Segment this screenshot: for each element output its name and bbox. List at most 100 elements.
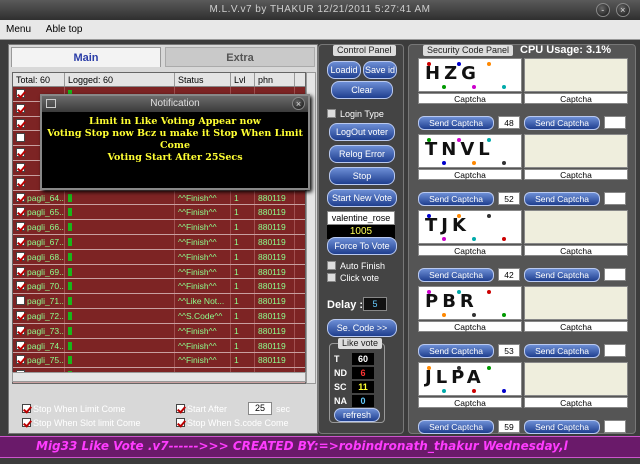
send-captcha-button[interactable]: Send Captcha (524, 192, 600, 206)
start-after-input[interactable]: 25 (248, 402, 272, 415)
table-row[interactable]: pagli_64... ^^Finish^^ 1 880119 (13, 190, 305, 206)
captcha-input[interactable]: 53 (498, 344, 520, 357)
send-captcha-button[interactable]: Send Captcha (418, 344, 494, 358)
row-checkbox-icon[interactable] (16, 89, 25, 98)
tab-extra[interactable]: Extra (165, 47, 315, 67)
captcha-input[interactable] (604, 420, 626, 433)
row-checkbox-icon[interactable] (16, 103, 25, 113)
row-checkbox-icon[interactable] (16, 222, 25, 232)
row-checkbox-icon[interactable] (16, 355, 25, 365)
row-checkbox-icon[interactable] (16, 266, 25, 276)
refresh-button[interactable]: refresh (334, 408, 380, 422)
send-captcha-button[interactable]: Send Captcha (418, 116, 494, 130)
send-captcha-button[interactable]: Send Captcha (524, 344, 600, 358)
stop-button[interactable]: Stop (329, 167, 395, 185)
vote-target-input[interactable]: valentine_rose (327, 211, 395, 225)
noise-dot (457, 62, 461, 66)
row-checkbox-icon[interactable] (16, 310, 25, 320)
captcha-input[interactable]: 52 (498, 192, 520, 205)
force-to-vote-button[interactable]: Force To Vote (327, 237, 397, 255)
notification-close-icon[interactable]: × (292, 97, 305, 110)
row-checkbox-icon[interactable] (16, 296, 25, 306)
captcha-input[interactable]: 42 (498, 268, 520, 281)
relog-error-button[interactable]: Relog Error (329, 145, 395, 163)
table-row[interactable]: pagli_70... ^^Finish^^ 1 880119 (13, 279, 305, 295)
table-row[interactable]: pagli_69... ^^Finish^^ 1 880119 (13, 264, 305, 280)
checkbox-icon[interactable] (176, 404, 185, 413)
row-checkbox-icon[interactable] (16, 192, 25, 202)
start-after-option[interactable]: Start After (176, 404, 227, 414)
menu-item-menu[interactable]: Menu (0, 20, 37, 40)
logout-voter-button[interactable]: LogOut voter (329, 123, 395, 141)
se-code-button[interactable]: Se. Code >> (327, 319, 397, 337)
start-new-vote-button[interactable]: Start New Vote (327, 189, 397, 207)
table-row[interactable]: pagli_75... ^^Finish^^ 1 880119 (13, 353, 305, 369)
send-captcha-button[interactable]: Send Captcha (418, 192, 494, 206)
captcha-input[interactable]: 59 (498, 420, 520, 433)
row-checkbox-icon[interactable] (16, 340, 25, 350)
menu-item-able-top[interactable]: Able top (40, 20, 89, 40)
row-checkbox-icon[interactable] (16, 325, 25, 335)
load-id-button[interactable]: Loadid (327, 61, 361, 79)
send-captcha-button[interactable]: Send Captcha (418, 420, 494, 434)
captcha-input[interactable] (604, 268, 626, 281)
captcha-input[interactable]: 48 (498, 116, 520, 129)
send-captcha-button[interactable]: Send Captcha (524, 268, 600, 282)
table-row[interactable]: pagli_72... ^^S.Code^^ 1 880119 (13, 308, 305, 324)
table-row[interactable]: pagli_68... ^^Finish^^ 1 880119 (13, 249, 305, 265)
row-checkbox-icon[interactable] (16, 133, 25, 143)
noise-dot (472, 161, 476, 165)
header-logged[interactable]: Logged: 60 (65, 73, 175, 86)
header-status[interactable]: Status (175, 73, 231, 86)
stop-scode-option[interactable]: Stop When S.code Come (176, 418, 289, 428)
save-id-button[interactable]: Save id (363, 61, 397, 79)
stop-limit-option[interactable]: Stop When Limit Come (22, 404, 126, 414)
clear-button[interactable]: Clear (331, 81, 393, 99)
row-checkbox-icon[interactable] (16, 162, 25, 172)
table-row[interactable]: pagli_71... ^^Like Not... 1 880119 (13, 294, 305, 309)
auto-finish-option[interactable]: Auto Finish (327, 261, 385, 271)
header-lvl[interactable]: Lvl (231, 73, 255, 86)
checkbox-icon[interactable] (327, 273, 336, 282)
stop-slot-option[interactable]: Stop When Slot limit Come (22, 418, 141, 428)
table-row[interactable]: pagli_65... ^^Finish^^ 1 880119 (13, 205, 305, 221)
stat-key-t: T (334, 354, 340, 364)
minimize-icon[interactable]: - (596, 3, 610, 17)
checkbox-icon[interactable] (22, 418, 31, 427)
tab-main[interactable]: Main (11, 47, 161, 67)
checkbox-icon[interactable] (22, 404, 31, 413)
grid-header: Total: 60 Logged: 60 Status Lvl phn (13, 73, 305, 87)
captcha-input[interactable] (604, 116, 626, 129)
close-icon[interactable]: × (616, 3, 630, 17)
window-titlebar: M.L.V.v7 by THAKUR 12/21/2011 5:27:41 AM… (0, 0, 640, 20)
send-captcha-button[interactable]: Send Captcha (524, 116, 600, 130)
send-captcha-button[interactable]: Send Captcha (524, 420, 600, 434)
noise-dot (457, 290, 461, 294)
captcha-input[interactable] (604, 192, 626, 205)
horizontal-scrollbar[interactable] (12, 372, 306, 382)
table-row[interactable]: pagli_67... ^^Finish^^ 1 880119 (13, 234, 305, 250)
send-captcha-button[interactable]: Send Captcha (418, 268, 494, 282)
checkbox-icon[interactable] (327, 109, 336, 118)
row-logged-cell (65, 220, 175, 234)
click-vote-option[interactable]: Click vote (327, 273, 379, 283)
row-checkbox-icon[interactable] (16, 177, 25, 187)
captcha-input[interactable] (604, 344, 626, 357)
row-checkbox-icon[interactable] (16, 281, 25, 291)
row-checkbox-icon[interactable] (16, 207, 25, 217)
checkbox-icon[interactable] (327, 261, 336, 270)
table-row[interactable]: pagli_74... ^^Finish^^ 1 880119 (13, 338, 305, 354)
login-type-option[interactable]: Login Type (327, 109, 384, 119)
header-total[interactable]: Total: 60 (13, 73, 65, 86)
row-checkbox-icon[interactable] (16, 236, 25, 246)
row-lvl: 1 (231, 323, 255, 338)
row-checkbox-icon[interactable] (16, 251, 25, 261)
table-row[interactable]: pagli_66... ^^Finish^^ 1 880119 (13, 220, 305, 235)
row-checkbox-icon[interactable] (16, 118, 25, 128)
header-phn[interactable]: phn (255, 73, 295, 86)
row-checkbox-icon[interactable] (16, 148, 25, 158)
checkbox-icon[interactable] (176, 418, 185, 427)
table-row[interactable]: pagli_73... ^^Finish^^ 1 880119 (13, 323, 305, 339)
row-phn: 880119 (255, 338, 295, 353)
delay-input[interactable]: 5 (363, 297, 387, 311)
